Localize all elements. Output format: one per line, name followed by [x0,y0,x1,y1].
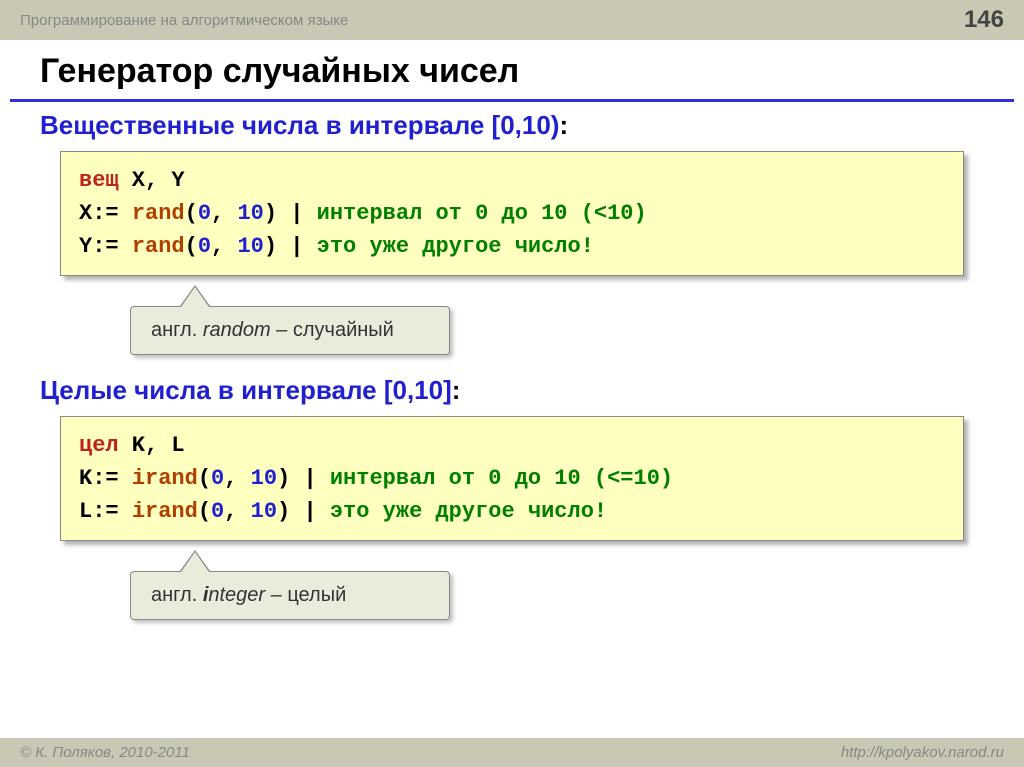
content: Вещественные числа в интервале [0,10): в… [0,102,1024,620]
note-word: random [203,319,271,341]
footer: © К. Поляков, 2010-2011 http://kpolyakov… [0,738,1024,767]
code-line: Y:= rand(0, 10) | это уже другое число! [79,230,945,263]
breadcrumb: Программирование на алгоритмическом язык… [20,12,348,29]
footer-url: http://kpolyakov.narod.ru [841,744,1004,761]
code-line: цел K, L [79,429,945,462]
note-random: англ. random – случайный [130,306,450,355]
copyright: © К. Поляков, 2010-2011 [20,744,190,761]
code-line: X:= rand(0, 10) | интервал от 0 до 10 (<… [79,197,945,230]
note-integer: англ. integer – целый [130,571,450,620]
page-title: Генератор случайных чисел [10,40,1014,102]
code-block-2: цел K, L K:= irand(0, 10) | интервал от … [60,416,964,541]
note-prefix: англ. [151,319,203,341]
header-bar: Программирование на алгоритмическом язык… [0,0,1024,40]
section1-colon: : [559,110,568,140]
section1-title: Вещественные числа в интервале [0,10): [30,110,994,141]
code-line: L:= irand(0, 10) | это уже другое число! [79,495,945,528]
code-block-1: вещ X, Y X:= rand(0, 10) | интервал от 0… [60,151,964,276]
code-line: вещ X, Y [79,164,945,197]
section1-title-text: Вещественные числа в интервале [0,10) [40,110,559,140]
page-number: 146 [964,6,1004,34]
note-word: nteger [208,584,265,606]
section2-title: Целые числа в интервале [0,10]: [30,375,994,406]
note-prefix: англ. [151,584,203,606]
note-suffix: – целый [265,584,346,606]
section2-colon: : [452,375,461,405]
code-line: K:= irand(0, 10) | интервал от 0 до 10 (… [79,462,945,495]
note-suffix: – случайный [271,319,394,341]
section2-title-text: Целые числа в интервале [0,10] [40,375,452,405]
